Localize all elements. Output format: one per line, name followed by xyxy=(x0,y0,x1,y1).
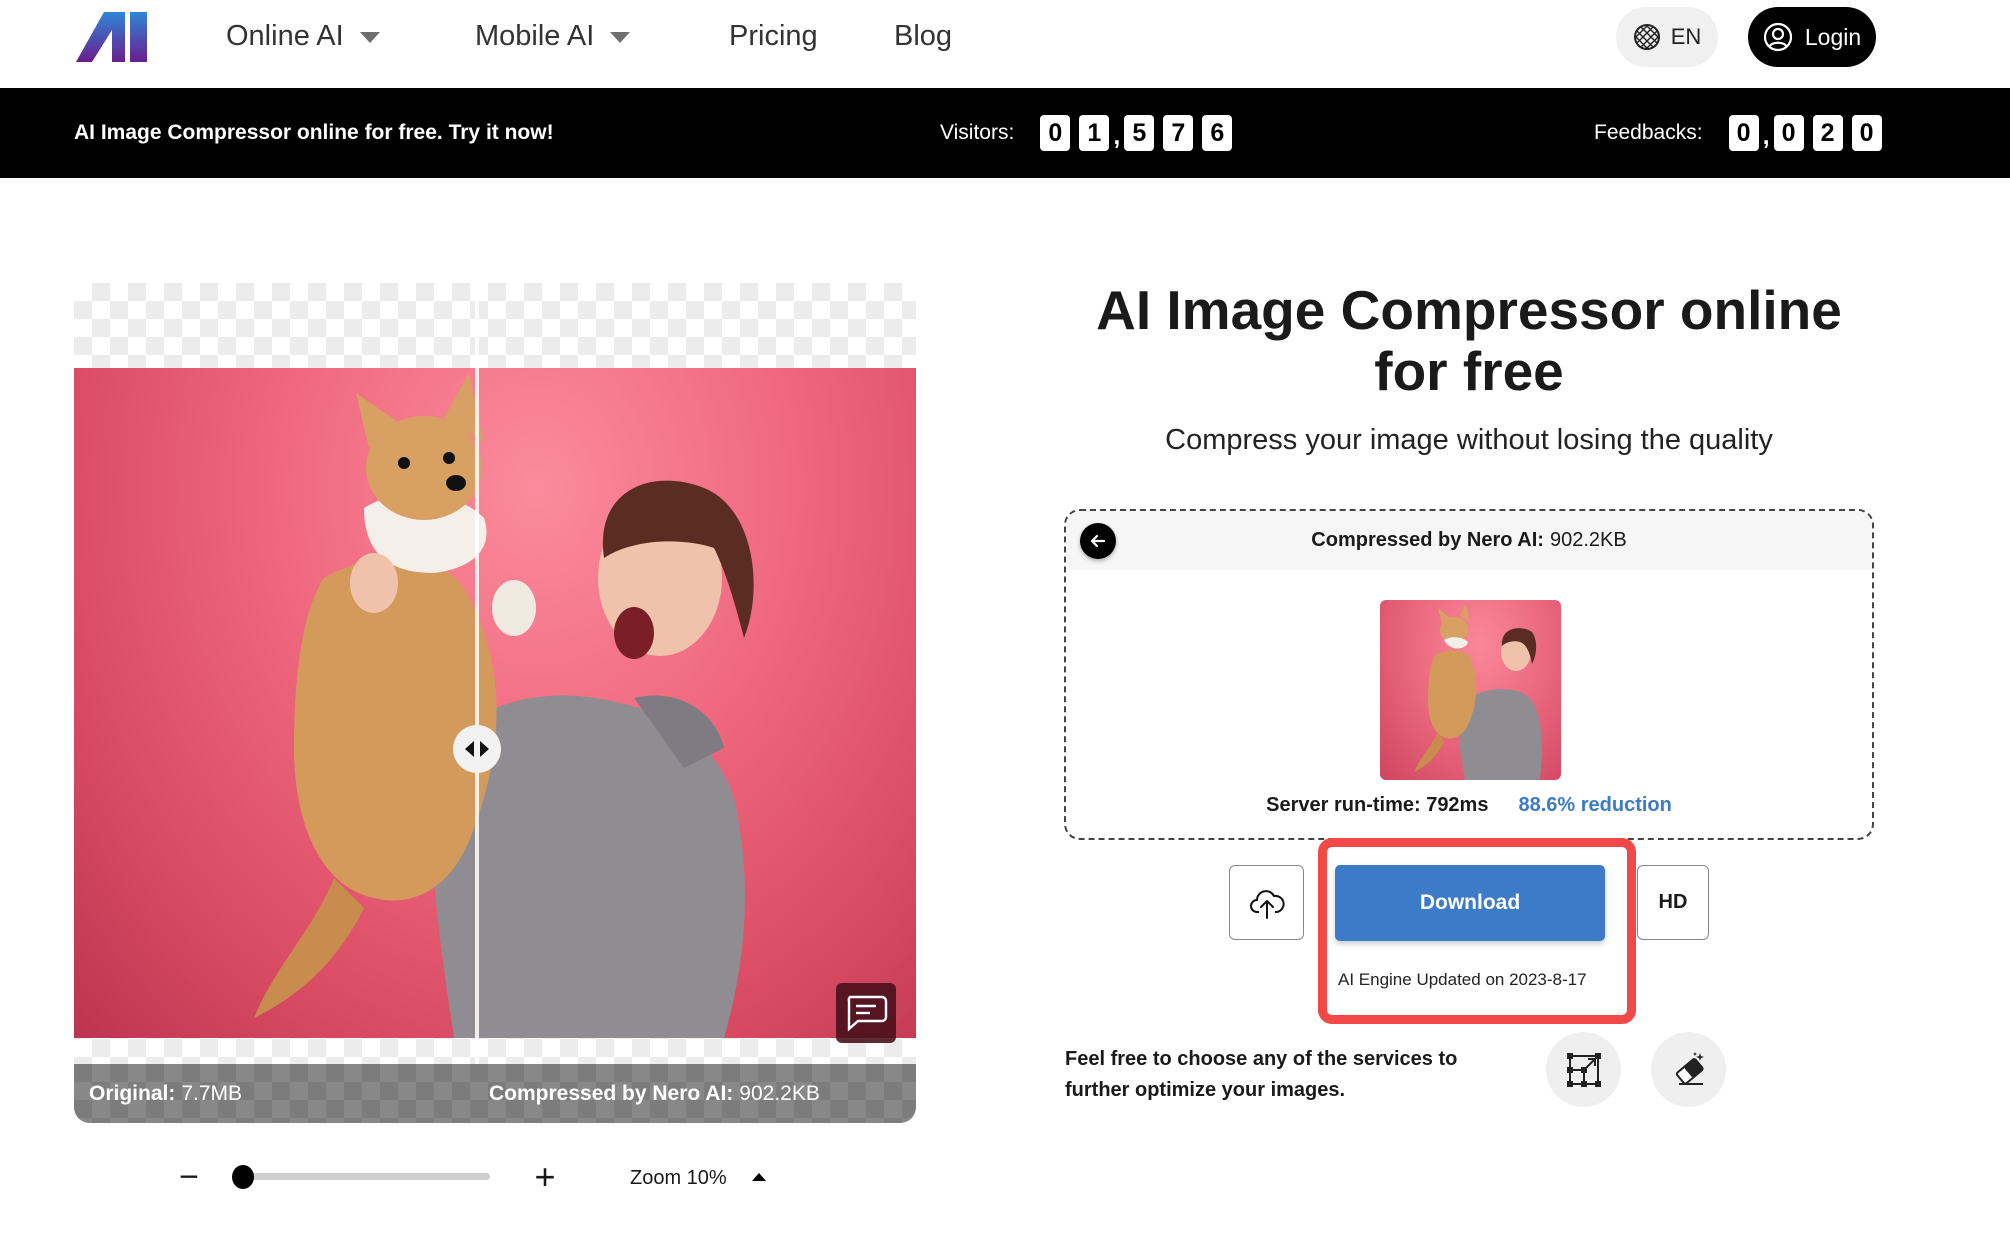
feedbacks-digit: 0 xyxy=(1851,115,1882,151)
zoom-out-button[interactable]: − xyxy=(174,1158,204,1198)
visitors-counter: Visitors: 0 1 , 5 7 6 xyxy=(940,88,1241,178)
server-runtime: Server run-time: 792ms xyxy=(1266,794,1489,816)
login-label: Login xyxy=(1804,23,1862,50)
compressed-size-value: 902.2KB xyxy=(739,1081,820,1105)
nav-mobile-ai-label: Mobile AI xyxy=(475,19,595,52)
visitors-digit: 6 xyxy=(1202,115,1233,151)
visitors-digit: 5 xyxy=(1124,115,1155,151)
result-header-size: 902.2KB xyxy=(1549,529,1627,551)
original-label: Original: xyxy=(89,1081,176,1105)
globe-icon xyxy=(1633,24,1660,50)
feedbacks-digit: 0 xyxy=(1773,115,1804,151)
eraser-icon xyxy=(1675,1051,1704,1085)
size-reduction: 88.6% reduction xyxy=(1518,794,1672,816)
feedback-chat-button[interactable] xyxy=(836,983,896,1043)
nav-blog[interactable]: Blog xyxy=(894,16,952,56)
download-button[interactable]: Download xyxy=(1335,865,1605,941)
zoom-in-button[interactable]: + xyxy=(530,1158,560,1198)
logo[interactable] xyxy=(74,10,154,64)
preview-photo xyxy=(74,368,916,1038)
compare-handle[interactable] xyxy=(453,725,501,773)
photo-illustration xyxy=(254,373,754,1038)
remove-object-service-button[interactable] xyxy=(1651,1032,1726,1107)
back-button[interactable] xyxy=(1080,523,1116,559)
compression-result-card: Compressed by Nero AI: 902.2KB Server ru… xyxy=(1064,509,1874,840)
result-stats: Server run-time: 792ms 88.6% reduction xyxy=(1066,794,1872,817)
result-thumbnail xyxy=(1380,600,1561,780)
language-label: EN xyxy=(1670,24,1702,49)
image-compare-viewer[interactable]: Original: 7.7MB Compressed by Nero AI: 9… xyxy=(74,283,916,1123)
banner-text: AI Image Compressor online for free. Try… xyxy=(74,121,554,144)
logo-icon xyxy=(76,12,147,62)
login-button[interactable]: Login xyxy=(1748,7,1876,67)
chevron-down-icon xyxy=(359,31,380,43)
visitors-digit: 7 xyxy=(1163,115,1194,151)
result-header-label: Compressed by Nero AI: xyxy=(1311,529,1544,551)
upscale-service-button[interactable] xyxy=(1546,1032,1621,1107)
services-hint: Feel free to choose any of the services … xyxy=(1065,1048,1458,1101)
compressed-label: Compressed by Nero AI: xyxy=(489,1081,734,1105)
caret-up-icon[interactable] xyxy=(752,1173,766,1181)
cloud-upload-icon xyxy=(1249,889,1285,919)
hd-upscale-button[interactable]: HD xyxy=(1637,865,1709,940)
arrow-left-icon xyxy=(1090,534,1106,548)
visitors-digit: 0 xyxy=(1040,115,1071,151)
page-title: AI Image Compressor online for free xyxy=(1096,279,1842,402)
engine-update-note: AI Engine Updated on 2023-8-17 xyxy=(1338,970,1587,989)
zoom-level-label: Zoom 10% xyxy=(630,1166,727,1189)
visitors-label: Visitors: xyxy=(940,121,1015,144)
result-header: Compressed by Nero AI: 902.2KB xyxy=(1066,511,1872,570)
language-selector[interactable]: EN xyxy=(1616,7,1718,67)
visitors-separator: , xyxy=(1113,121,1121,150)
visitors-digit: 1 xyxy=(1079,115,1110,151)
zoom-control: − + Zoom 10% xyxy=(170,1158,790,1198)
nav-online-ai[interactable]: Online AI xyxy=(226,16,380,56)
nav-blog-label: Blog xyxy=(894,19,953,52)
feedbacks-separator: , xyxy=(1762,121,1770,150)
user-circle-icon xyxy=(1763,22,1792,52)
feedbacks-label: Feedbacks: xyxy=(1594,121,1703,144)
upload-new-button[interactable] xyxy=(1229,865,1304,940)
original-size-value: 7.7MB xyxy=(181,1081,243,1105)
nav-pricing[interactable]: Pricing xyxy=(729,16,818,56)
chat-icon xyxy=(847,995,888,1032)
size-label-bar: Original: 7.7MB Compressed by Nero AI: 9… xyxy=(74,1064,916,1123)
arrow-left-icon xyxy=(465,741,474,757)
compare-divider[interactable] xyxy=(475,283,479,1123)
thumbnail-illustration xyxy=(1414,604,1542,780)
arrow-right-icon xyxy=(480,741,489,757)
feedbacks-digit: 0 xyxy=(1728,115,1759,151)
zoom-slider-track[interactable] xyxy=(234,1173,490,1180)
page-subtitle: Compress your image without losing the q… xyxy=(1165,424,1773,456)
promo-banner: AI Image Compressor online for free. Try… xyxy=(0,88,2010,178)
top-nav: Online AI Mobile AI Pricing Blog EN Logi… xyxy=(0,0,2010,88)
nav-online-ai-label: Online AI xyxy=(226,19,344,52)
nav-pricing-label: Pricing xyxy=(729,19,818,52)
zoom-slider-thumb[interactable] xyxy=(232,1165,254,1189)
chevron-down-icon xyxy=(610,31,631,43)
nav-mobile-ai[interactable]: Mobile AI xyxy=(475,16,631,56)
original-size-label: Original: 7.7MB xyxy=(89,1064,242,1123)
feedbacks-digit: 2 xyxy=(1812,115,1843,151)
resize-icon xyxy=(1566,1052,1601,1087)
compressed-size-label: Compressed by Nero AI: 902.2KB xyxy=(489,1064,820,1123)
feedbacks-counter: Feedbacks: 0 , 0 2 0 xyxy=(1594,88,1891,178)
